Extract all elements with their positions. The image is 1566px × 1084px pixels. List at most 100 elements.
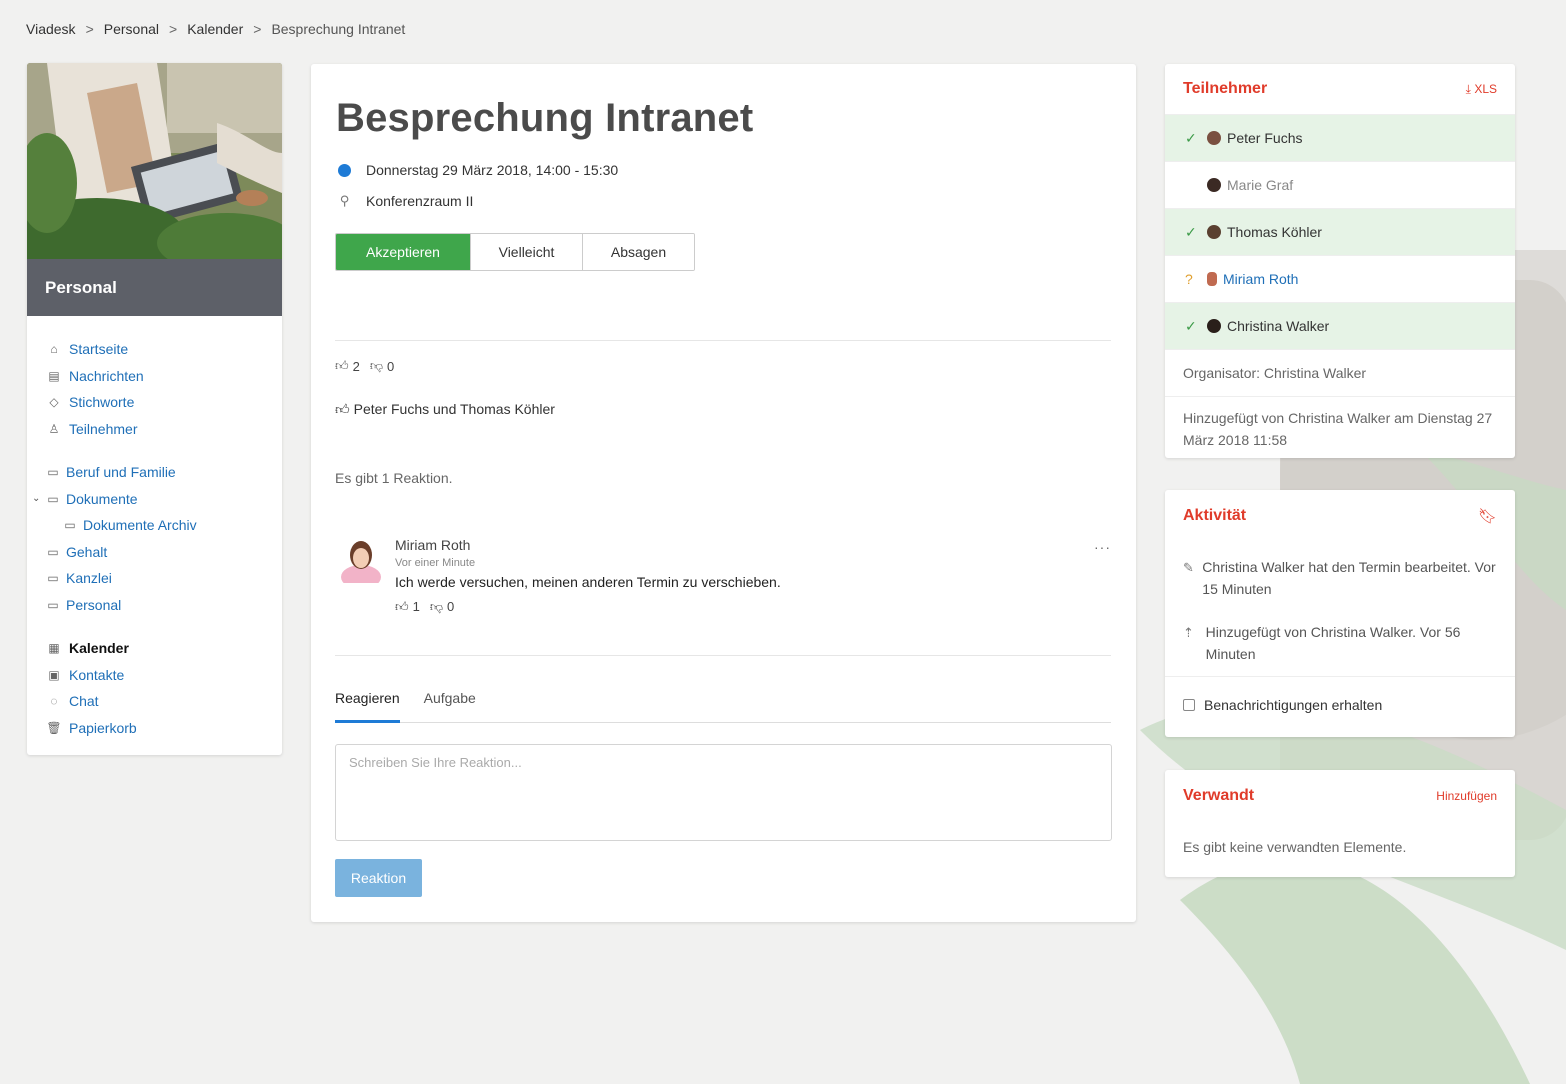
comment-time: Vor einer Minute (395, 557, 476, 569)
tab-aufgabe[interactable]: Aufgabe (424, 686, 476, 722)
participant-name: Marie Graf (1227, 177, 1294, 193)
check-icon: ✓ (1185, 317, 1197, 334)
sidebar-item-label: Papierkorb (69, 719, 137, 736)
liked-by-row: 👍︎ Peter Fuchs und Thomas Köhler (335, 401, 555, 418)
like-count: 2 (352, 358, 360, 374)
sidebar-item-startseite[interactable]: ⌂ Startseite (45, 336, 282, 363)
notifications-toggle[interactable]: Benachrichtigungen erhalten (1165, 676, 1515, 732)
calendar-color-dot-icon (338, 163, 351, 177)
avatar (1207, 131, 1221, 145)
sidebar-folder-dokumente[interactable]: ⌄ ▭ Dokumente (32, 486, 282, 513)
activity-item: ✎ Christina Walker hat den Termin bearbe… (1165, 542, 1515, 611)
breadcrumb-personal[interactable]: Personal (104, 21, 159, 37)
related-panel: Verwandt Hinzufügen Es gibt keine verwan… (1165, 770, 1515, 877)
thumbs-up-icon[interactable]: 👍︎ (335, 358, 349, 374)
breadcrumb-viadesk[interactable]: Viadesk (26, 21, 76, 37)
home-icon: ⌂ (50, 342, 58, 357)
folder-icon: ▭ (47, 544, 59, 559)
sidebar-item-label: Gehalt (66, 543, 108, 560)
location-pin-icon: ⚲ (339, 193, 350, 208)
folder-icon: ▭ (64, 518, 76, 533)
thumbs-up-icon[interactable]: 👍︎ (395, 599, 409, 615)
check-icon: ✓ (1185, 223, 1197, 240)
activity-title: Aktivität (1183, 507, 1247, 524)
upload-icon: ⇡ (1183, 625, 1194, 640)
chevron-right-icon: > (169, 21, 178, 37)
add-related-link[interactable]: Hinzufügen (1436, 789, 1497, 803)
comment-author[interactable]: Miriam Roth (395, 537, 781, 553)
notifications-checkbox[interactable] (1183, 698, 1195, 711)
sidebar-folder-dokumente-archiv[interactable]: ▭ Dokumente Archiv (45, 512, 282, 539)
sidebar-item-label: Chat (69, 693, 99, 710)
liked-by-text[interactable]: Peter Fuchs und Thomas Köhler (354, 401, 555, 418)
chevron-down-icon[interactable]: ⌄ (32, 493, 40, 504)
rsvp-button-group: Akzeptieren Vielleicht Absagen (335, 233, 695, 271)
question-mark-icon: ? (1185, 271, 1193, 287)
dislike-count: 0 (387, 358, 395, 374)
sidebar-item-papierkorb[interactable]: 🗑 Papierkorb (45, 715, 282, 742)
sidebar-item-chat[interactable]: ◌ Chat (45, 688, 282, 715)
sidebar-item-label: Dokumente (66, 490, 138, 507)
news-icon: ▤ (48, 368, 60, 383)
sidebar-item-stichworte[interactable]: ◇ Stichworte (45, 389, 282, 416)
participants-header: Teilnehmer ⤓ XLS (1165, 64, 1515, 114)
chat-icon: ◌ (50, 694, 58, 709)
group-sidebar: Personal ⌂ Startseite ▤ Nachrichten ◇ St… (27, 63, 282, 755)
export-xls-link[interactable]: ⤓ XLS (1466, 82, 1497, 97)
sidebar-item-kontakte[interactable]: ▣ Kontakte (45, 662, 282, 689)
comment-likes: 👍︎ 1 👎︎ 0 (395, 599, 781, 615)
sidebar-folder-gehalt[interactable]: ▭ Gehalt (45, 539, 282, 566)
sidebar-item-label: Kontakte (69, 666, 125, 683)
sidebar-folder-kanzlei[interactable]: ▭ Kanzlei (45, 565, 282, 592)
sidebar-item-label: Nachrichten (69, 367, 144, 384)
avatar (1207, 319, 1221, 333)
submit-reaction-button[interactable]: Reaktion (335, 859, 422, 897)
accept-button[interactable]: Akzeptieren (336, 234, 470, 270)
folder-icon: ▭ (47, 465, 59, 480)
tag-icon: ◇ (49, 395, 59, 410)
notifications-label: Benachrichtigungen erhalten (1204, 696, 1383, 713)
participant-name: Miriam Roth (1223, 271, 1299, 287)
event-card: Besprechung Intranet Donnerstag 29 März … (311, 64, 1136, 922)
participants-panel: Teilnehmer ⤓ XLS ✓ Peter Fuchs Marie Gra… (1165, 64, 1515, 458)
related-empty-text: Es gibt keine verwandten Elemente. (1183, 839, 1407, 855)
sidebar-folder-beruf-und-familie[interactable]: ▭ Beruf und Familie (45, 459, 282, 486)
breadcrumb-current: Besprechung Intranet (271, 21, 406, 37)
sidebar-folder-personal[interactable]: ▭ Personal (45, 592, 282, 619)
breadcrumb-kalender[interactable]: Kalender (187, 21, 243, 37)
divider (335, 340, 1111, 341)
sidebar-item-label: Kanzlei (66, 570, 112, 587)
thumbs-down-icon[interactable]: 👎︎ (430, 599, 443, 615)
chevron-right-icon: > (85, 21, 94, 37)
folder-icon: ▭ (47, 597, 59, 612)
more-options-icon[interactable]: ··· (1094, 539, 1111, 555)
sidebar-item-teilnehmer[interactable]: ♙ Teilnehmer (45, 416, 282, 443)
participant-name: Christina Walker (1227, 318, 1330, 334)
sidebar-nav: ⌂ Startseite ▤ Nachrichten ◇ Stichworte … (27, 316, 282, 741)
participant-row[interactable]: ? Miriam Roth (1165, 255, 1515, 302)
reply-input[interactable]: Schreiben Sie Ihre Reaktion... (335, 744, 1112, 841)
maybe-button[interactable]: Vielleicht (470, 234, 582, 270)
event-likes: 👍︎ 2 👎︎ 0 (335, 358, 394, 374)
export-label: XLS (1474, 81, 1497, 96)
participant-row[interactable]: ✓ Christina Walker (1165, 302, 1515, 349)
sidebar-item-nachrichten[interactable]: ▤ Nachrichten (45, 363, 282, 390)
sidebar-item-kalender[interactable]: ▦ Kalender (45, 635, 282, 662)
participant-row[interactable]: ✓ Peter Fuchs (1165, 114, 1515, 161)
tab-reagieren[interactable]: Reagieren (335, 686, 400, 723)
sidebar-item-label: Personal (66, 596, 122, 613)
download-icon: ⤓ (1465, 81, 1471, 96)
avatar[interactable] (341, 537, 381, 583)
bookmark-icon[interactable]: 🔖︎ (1478, 507, 1497, 525)
comment-like-count: 1 (412, 599, 420, 614)
thumbs-down-icon[interactable]: 👎︎ (370, 358, 383, 374)
page-title: Besprechung Intranet (336, 96, 754, 140)
pencil-icon: ✎ (1183, 560, 1194, 575)
participant-name: Thomas Köhler (1227, 224, 1322, 240)
breadcrumb: Viadesk > Personal > Kalender > Besprech… (26, 21, 405, 37)
participant-row[interactable]: ✓ Thomas Köhler (1165, 208, 1515, 255)
related-title: Verwandt (1183, 787, 1255, 804)
activity-text: Christina Walker hat den Termin bearbeit… (1202, 559, 1496, 597)
decline-button[interactable]: Absagen (582, 234, 694, 270)
participant-row[interactable]: Marie Graf (1165, 161, 1515, 208)
